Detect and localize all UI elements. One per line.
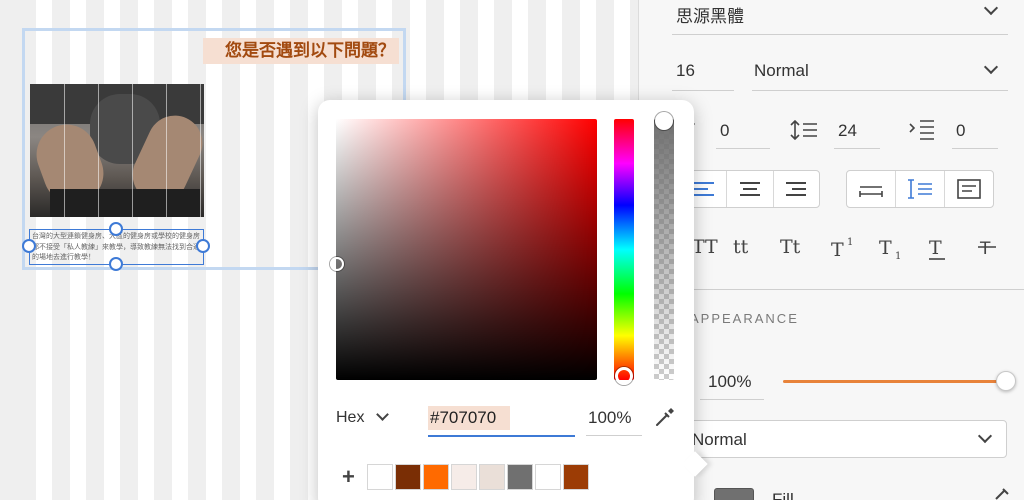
color-swatch[interactable] (367, 464, 393, 490)
fitness-photo[interactable] (30, 84, 204, 217)
hex-input-underline (428, 435, 575, 437)
align-center-button[interactable] (727, 171, 774, 207)
saturation-value-handle[interactable] (330, 257, 344, 271)
auto-width-icon (859, 186, 883, 197)
font-size-input[interactable]: 16 (676, 61, 695, 81)
font-family-select[interactable]: 思源黑體 (676, 2, 744, 27)
auto-height-button[interactable] (896, 171, 945, 207)
hue-slider-handle[interactable] (615, 367, 633, 385)
text-align-group (680, 170, 820, 208)
line-height-input[interactable]: 24 (838, 121, 857, 141)
color-format-select[interactable]: Hex (336, 409, 364, 427)
svg-text:T: T (831, 239, 844, 258)
color-swatch[interactable] (479, 464, 505, 490)
color-swatch[interactable] (395, 464, 421, 490)
svg-text:T: T (879, 237, 892, 259)
fill-color-chip[interactable] (714, 488, 754, 500)
hue-slider[interactable] (614, 119, 634, 380)
svg-text:1: 1 (895, 251, 901, 260)
fixed-size-button[interactable] (945, 171, 993, 207)
heading-text-layer[interactable]: 您是否遇到以下問題？ (203, 38, 399, 64)
uppercase-button[interactable]: TT (692, 236, 718, 258)
letter-spacing-input[interactable]: 0 (720, 121, 729, 141)
paragraph-spacing-icon (909, 120, 934, 140)
lowercase-button[interactable]: tt (733, 236, 748, 258)
alpha-input[interactable]: 100% (588, 408, 631, 428)
subscript-button[interactable]: T1 (878, 236, 906, 260)
text-box-mode-group (846, 170, 994, 208)
resize-handle-top[interactable] (109, 222, 123, 236)
line-height-icon (790, 120, 817, 140)
auto-height-icon (908, 179, 932, 199)
alpha-slider-handle[interactable] (655, 112, 673, 130)
svg-text:1: 1 (847, 237, 853, 248)
svg-text:T: T (979, 239, 991, 259)
color-swatch[interactable] (563, 464, 589, 490)
fill-label: Fill (772, 490, 794, 500)
svg-text:T: T (929, 237, 942, 259)
fixed-size-icon (957, 179, 981, 199)
color-swatch[interactable] (451, 464, 477, 490)
align-left-icon (693, 182, 714, 196)
paragraph-spacing-input[interactable]: 0 (956, 121, 965, 141)
appearance-section-label: APPEARANCE (690, 311, 799, 326)
align-right-icon (786, 182, 807, 196)
opacity-slider-track[interactable] (783, 380, 1007, 383)
blend-mode-value: Normal (692, 430, 747, 449)
align-right-button[interactable] (774, 171, 819, 207)
color-swatch[interactable] (423, 464, 449, 490)
opacity-slider-knob[interactable] (996, 371, 1016, 391)
auto-width-button[interactable] (847, 171, 896, 207)
color-swatch[interactable] (507, 464, 533, 490)
eyedropper-icon[interactable] (654, 406, 676, 428)
eyedropper-icon[interactable] (994, 488, 1010, 500)
color-swatch[interactable] (535, 464, 561, 490)
align-center-icon (739, 182, 760, 196)
strikethrough-button[interactable]: T (978, 236, 998, 260)
superscript-button[interactable]: T1 (830, 236, 858, 258)
titlecase-button[interactable]: Tt (780, 236, 800, 258)
add-swatch-icon[interactable]: + (342, 464, 355, 490)
resize-handle-left[interactable] (22, 239, 36, 253)
alpha-slider[interactable] (654, 119, 674, 380)
saturation-value-area[interactable] (336, 119, 597, 380)
resize-handle-bottom[interactable] (109, 257, 123, 271)
opacity-input[interactable]: 100% (708, 372, 751, 392)
font-weight-select[interactable]: Normal (754, 61, 809, 81)
underline-button[interactable]: T (928, 236, 948, 260)
resize-handle-right[interactable] (196, 239, 210, 253)
hex-input[interactable]: #707070 (430, 408, 496, 428)
